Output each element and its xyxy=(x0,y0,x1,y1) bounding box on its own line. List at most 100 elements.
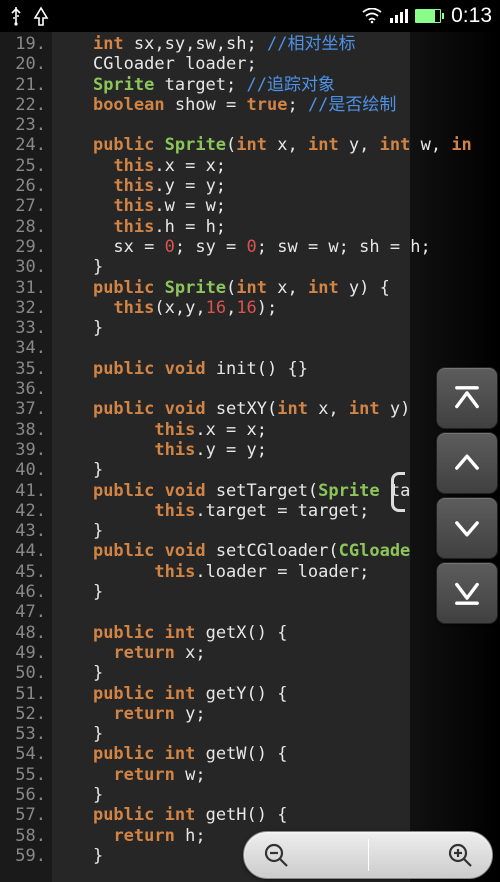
code-line[interactable]: this.w = w; xyxy=(52,196,500,216)
scroll-top-button[interactable] xyxy=(436,367,498,429)
line-number: 19. xyxy=(0,34,46,54)
line-number: 50. xyxy=(0,663,46,683)
bracket-indicator-icon xyxy=(391,472,405,512)
wifi-icon xyxy=(361,8,383,24)
line-number: 25. xyxy=(0,156,46,176)
code-line[interactable] xyxy=(52,115,500,135)
line-number: 29. xyxy=(0,237,46,257)
code-editor[interactable]: 19.20.21.22.23.24.25.26.27.28.29.30.31.3… xyxy=(0,32,500,882)
code-line[interactable]: public void setXY(int x, int y) xyxy=(52,399,500,419)
zoom-separator xyxy=(368,839,369,871)
code-line[interactable]: public void init() {} xyxy=(52,359,500,379)
code-line[interactable]: } xyxy=(52,724,500,744)
code-line[interactable]: public Sprite(int x, int y, int w, in xyxy=(52,135,500,155)
line-number: 47. xyxy=(0,602,46,622)
code-line[interactable]: this.loader = loader; xyxy=(52,562,500,582)
code-line[interactable] xyxy=(52,602,500,622)
code-line[interactable]: this.target = target; xyxy=(52,501,500,521)
code-line[interactable]: this(x,y,16,16); xyxy=(52,298,500,318)
code-line[interactable]: } xyxy=(52,460,500,480)
line-number: 57. xyxy=(0,805,46,825)
line-number: 27. xyxy=(0,196,46,216)
code-line[interactable]: public int getH() { xyxy=(52,805,500,825)
code-line[interactable]: } xyxy=(52,663,500,683)
code-line[interactable]: return w; xyxy=(52,765,500,785)
line-number: 48. xyxy=(0,623,46,643)
code-line[interactable]: this.y = y; xyxy=(52,440,500,460)
scroll-down-button[interactable] xyxy=(436,497,498,559)
line-number: 45. xyxy=(0,562,46,582)
code-line[interactable]: this.x = x; xyxy=(52,156,500,176)
line-number: 22. xyxy=(0,95,46,115)
usb-icon xyxy=(8,6,24,26)
scroll-up-button[interactable] xyxy=(436,432,498,494)
nav-button-group xyxy=(436,367,498,624)
scroll-bottom-button[interactable] xyxy=(436,562,498,624)
line-number: 44. xyxy=(0,541,46,561)
code-line[interactable]: sx = 0; sy = 0; sw = w; sh = h; xyxy=(52,237,500,257)
code-line[interactable]: return y; xyxy=(52,704,500,724)
line-number: 34. xyxy=(0,338,46,358)
code-line[interactable] xyxy=(52,379,500,399)
status-time: 0:13 xyxy=(451,4,492,28)
code-line[interactable]: Sprite target; //追踪对象 xyxy=(52,75,500,95)
line-number: 55. xyxy=(0,765,46,785)
line-number: 40. xyxy=(0,460,46,480)
code-line[interactable]: this.x = x; xyxy=(52,420,500,440)
line-number: 24. xyxy=(0,135,46,155)
line-number: 49. xyxy=(0,643,46,663)
code-line[interactable]: } xyxy=(52,785,500,805)
code-line[interactable]: int sx,sy,sw,sh; //相对坐标 xyxy=(52,34,500,54)
code-line[interactable]: this.h = h; xyxy=(52,217,500,237)
code-line[interactable]: public Sprite(int x, int y) { xyxy=(52,278,500,298)
line-number: 56. xyxy=(0,785,46,805)
zoom-toolbar xyxy=(243,831,493,879)
line-number: 36. xyxy=(0,379,46,399)
code-line[interactable]: } xyxy=(52,318,500,338)
line-number: 51. xyxy=(0,684,46,704)
line-number-gutter: 19.20.21.22.23.24.25.26.27.28.29.30.31.3… xyxy=(0,32,52,866)
code-line[interactable]: public void setCGloader(CGloade xyxy=(52,541,500,561)
battery-icon xyxy=(415,9,441,23)
code-line[interactable]: public void setTarget(Sprite ta xyxy=(52,481,500,501)
line-number: 20. xyxy=(0,54,46,74)
line-number: 23. xyxy=(0,115,46,135)
code-line[interactable]: CGloader loader; xyxy=(52,54,500,74)
status-bar: 0:13 xyxy=(0,0,500,32)
code-line[interactable] xyxy=(52,338,500,358)
line-number: 28. xyxy=(0,217,46,237)
line-number: 54. xyxy=(0,744,46,764)
code-line[interactable]: public int getX() { xyxy=(52,623,500,643)
line-number: 39. xyxy=(0,440,46,460)
line-number: 30. xyxy=(0,257,46,277)
signal-icon xyxy=(389,8,409,24)
line-number: 58. xyxy=(0,826,46,846)
code-line[interactable]: boolean show = true; //是否绘制 xyxy=(52,95,500,115)
line-number: 33. xyxy=(0,318,46,338)
code-line[interactable]: public int getY() { xyxy=(52,684,500,704)
line-number: 43. xyxy=(0,521,46,541)
zoom-out-button[interactable] xyxy=(262,841,290,869)
line-number: 42. xyxy=(0,501,46,521)
upload-icon xyxy=(32,6,50,26)
line-number: 26. xyxy=(0,176,46,196)
line-number: 35. xyxy=(0,359,46,379)
line-number: 46. xyxy=(0,582,46,602)
code-line[interactable]: } xyxy=(52,582,500,602)
line-number: 21. xyxy=(0,75,46,95)
line-number: 59. xyxy=(0,846,46,866)
code-line[interactable]: public int getW() { xyxy=(52,744,500,764)
zoom-in-button[interactable] xyxy=(446,841,474,869)
line-number: 41. xyxy=(0,481,46,501)
code-content[interactable]: int sx,sy,sw,sh; //相对坐标 CGloader loader;… xyxy=(52,32,500,866)
line-number: 31. xyxy=(0,278,46,298)
code-line[interactable]: } xyxy=(52,257,500,277)
line-number: 37. xyxy=(0,399,46,419)
code-line[interactable]: return x; xyxy=(52,643,500,663)
line-number: 53. xyxy=(0,724,46,744)
line-number: 38. xyxy=(0,420,46,440)
line-number: 32. xyxy=(0,298,46,318)
code-line[interactable]: } xyxy=(52,521,500,541)
code-line[interactable]: this.y = y; xyxy=(52,176,500,196)
line-number: 52. xyxy=(0,704,46,724)
